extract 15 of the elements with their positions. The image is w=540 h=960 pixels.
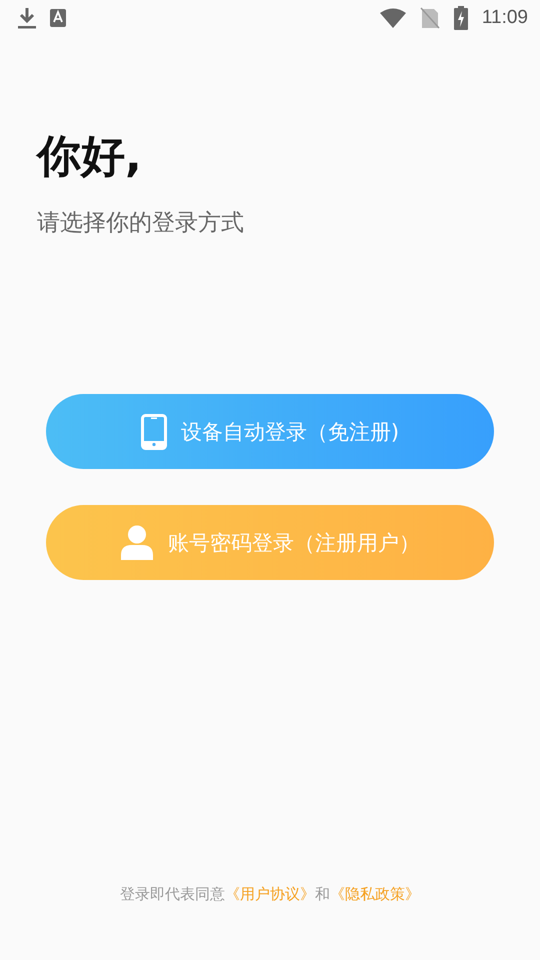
status-time: 11:09: [482, 7, 528, 29]
keyboard-letter-icon: [50, 9, 66, 27]
greeting-title: 你好,: [37, 130, 143, 184]
account-login-button[interactable]: 账号密码登录（注册用户）: [46, 505, 494, 580]
no-sim-icon: [420, 7, 440, 29]
privacy-policy-link[interactable]: 《隐私政策》: [330, 885, 420, 903]
agreement-notice: 登录即代表同意《用户协议》和《隐私政策》: [119, 885, 421, 904]
user-agreement-link[interactable]: 《用户协议》: [225, 885, 315, 903]
wifi-icon: [380, 8, 406, 28]
device-login-button[interactable]: 设备自动登录（免注册): [46, 394, 494, 469]
download-icon: [18, 7, 36, 29]
battery-charging-icon: [454, 6, 468, 30]
phone-icon: [140, 414, 167, 450]
person-icon: [120, 524, 154, 560]
greeting-subtitle: 请选择你的登录方式: [37, 209, 245, 238]
